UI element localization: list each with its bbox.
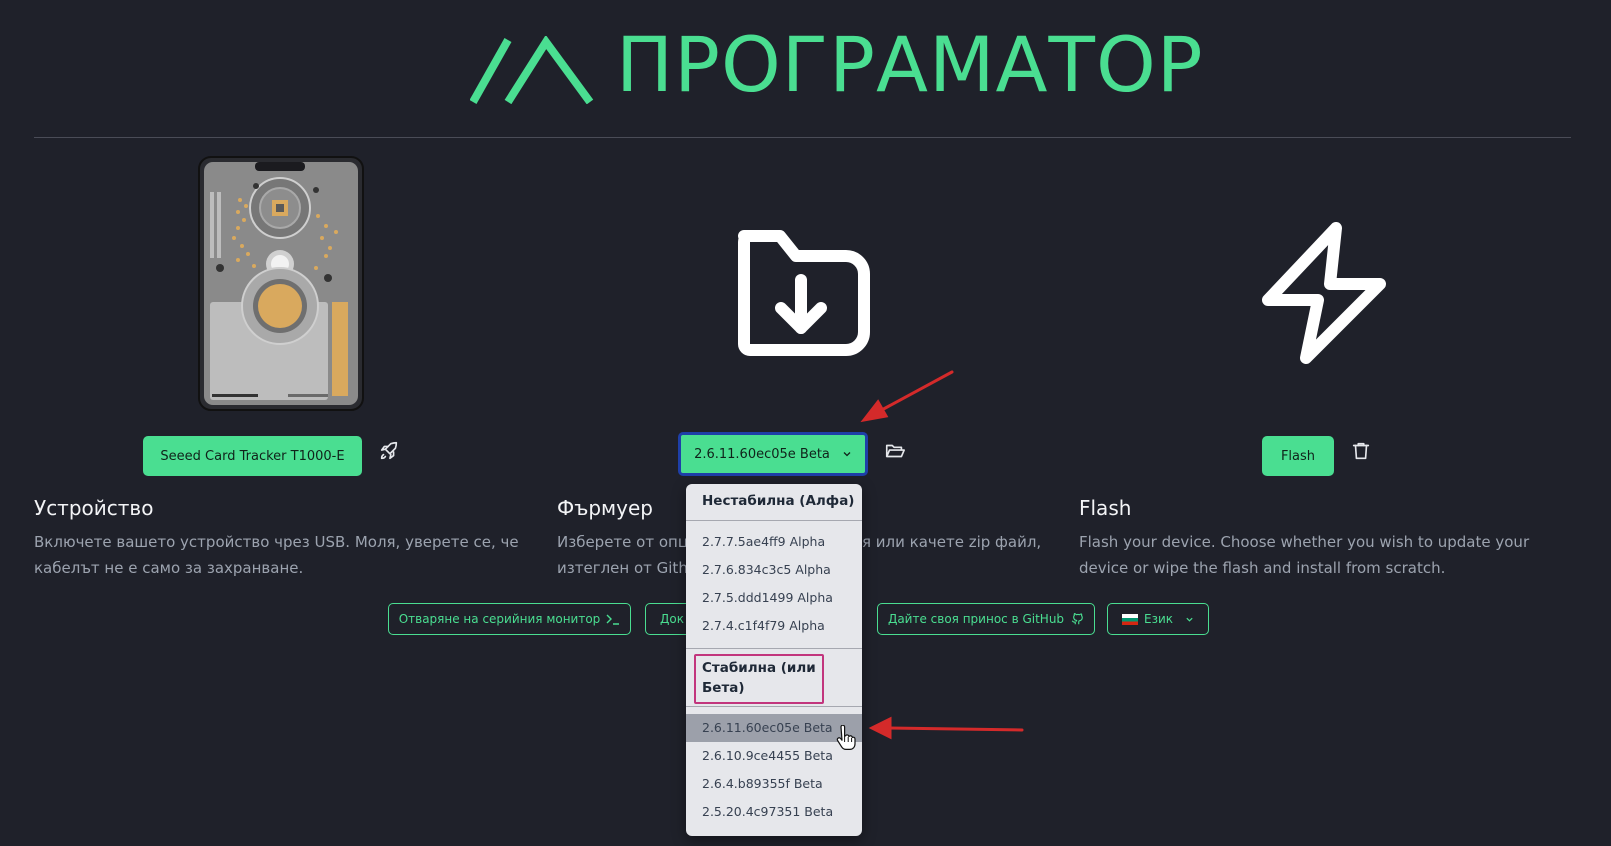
language-button[interactable]: Език xyxy=(1107,603,1209,635)
trash-icon[interactable] xyxy=(1350,440,1372,462)
flash-description: Flash your device. Choose whether you wi… xyxy=(1079,533,1530,577)
rocket-icon[interactable] xyxy=(378,440,400,462)
firmware-description-line2: изтеглен от Githu xyxy=(557,559,698,577)
device-description: Включете вашето устройство чрез USB. Мол… xyxy=(34,533,519,577)
firmware-description-start: Изберете от опц xyxy=(557,533,689,551)
dropdown-item-unstable[interactable]: 2.7.5.ddd1499 Alpha xyxy=(686,584,862,612)
hand-cursor-icon xyxy=(836,725,856,750)
dropdown-group-unstable-title: Нестабилна (Алфа) xyxy=(702,493,855,509)
header-divider xyxy=(34,137,1571,138)
language-label: Език xyxy=(1143,612,1173,626)
dropdown-item-stable[interactable]: 2.6.4.b89355f Beta xyxy=(686,770,862,798)
terminal-icon xyxy=(606,614,620,625)
dropdown-item-unstable[interactable]: 2.7.4.c1f4f79 Alpha xyxy=(686,612,862,640)
device-select-button[interactable]: Seeed Card Tracker T1000-E xyxy=(143,436,362,476)
dropdown-item-unstable[interactable]: 2.7.6.834c3c5 Alpha xyxy=(686,556,862,584)
chevron-down-icon xyxy=(843,452,851,457)
dropdown-separator xyxy=(686,706,862,707)
flash-button[interactable]: Flash xyxy=(1262,436,1334,476)
dropdown-item-unstable[interactable]: 2.7.7.5ae4ff9 Alpha xyxy=(686,528,862,556)
firmware-select-button[interactable]: 2.6.11.60ec05e Beta xyxy=(678,432,868,476)
annotation-arrow-beta-item xyxy=(868,716,1024,740)
firmware-select-label: 2.6.11.60ec05e Beta xyxy=(694,446,830,462)
contribute-label: Дайте своя принос в GitHub xyxy=(887,612,1065,626)
dropdown-separator xyxy=(686,648,862,649)
serial-monitor-button[interactable]: Отваряне на серийния монитор xyxy=(388,603,631,635)
dropdown-item-stable[interactable]: 2.5.20.4c97351 Beta xyxy=(686,798,862,826)
logo-icon xyxy=(470,36,594,104)
annotation-arrow-firmware-button xyxy=(860,370,954,423)
folder-open-icon[interactable] xyxy=(884,440,906,462)
flash-heading: Flash xyxy=(1079,496,1132,520)
firmware-description-end: я или качете zip файл, xyxy=(862,533,1042,551)
bulgaria-flag-icon xyxy=(1121,613,1138,625)
annotation-highlight-box xyxy=(694,654,824,704)
device-image xyxy=(198,156,364,411)
firmware-heading: Фърмуер xyxy=(557,496,653,520)
lightning-icon xyxy=(1262,222,1386,364)
folder-download-icon xyxy=(738,230,870,356)
page-title: ПРОГРАМАТОР xyxy=(616,20,1204,109)
github-icon xyxy=(1071,612,1083,625)
chevron-down-icon xyxy=(1186,617,1193,622)
dropdown-separator xyxy=(686,520,862,521)
docs-label: Док xyxy=(660,612,684,626)
serial-monitor-label: Отваряне на серийния монитор xyxy=(398,612,601,626)
contribute-github-button[interactable]: Дайте своя принос в GitHub xyxy=(877,603,1095,635)
device-heading: Устройство xyxy=(34,496,154,520)
